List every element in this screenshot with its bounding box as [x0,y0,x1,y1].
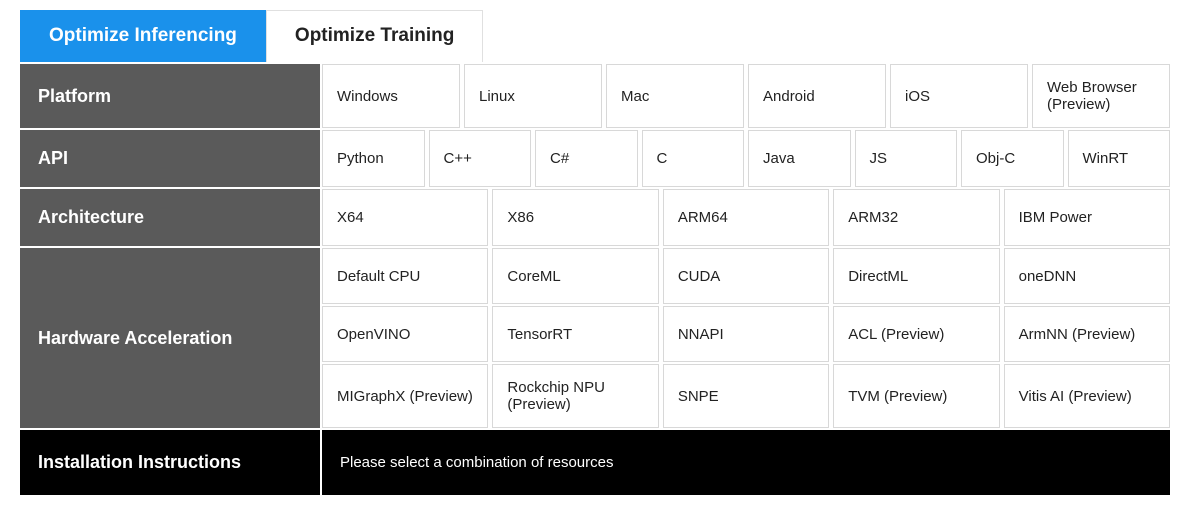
option-hw-snpe[interactable]: SNPE [663,364,829,428]
option-platform-windows[interactable]: Windows [322,64,460,128]
row-platform: Platform Windows Linux Mac Android iOS W… [20,64,1170,128]
option-arch-x64[interactable]: X64 [322,189,488,246]
option-hw-coreml[interactable]: CoreML [492,248,658,304]
row-hardware-acceleration: Hardware Acceleration Default CPU CoreML… [20,248,1170,428]
row-content-platform: Windows Linux Mac Android iOS Web Browse… [322,64,1170,128]
row-content-api: Python C++ C# C Java JS Obj-C WinRT [322,130,1170,187]
option-platform-linux[interactable]: Linux [464,64,602,128]
row-label-platform: Platform [20,64,320,128]
row-label-installation: Installation Instructions [20,430,320,495]
option-hw-openvino[interactable]: OpenVINO [322,306,488,362]
tab-optimize-inferencing[interactable]: Optimize Inferencing [20,10,266,62]
option-platform-mac[interactable]: Mac [606,64,744,128]
option-hw-onednn[interactable]: oneDNN [1004,248,1170,304]
row-installation: Installation Instructions Please select … [20,430,1170,495]
row-content-hardware-acceleration: Default CPU CoreML CUDA DirectML oneDNN … [322,248,1170,428]
option-hw-tvm[interactable]: TVM (Preview) [833,364,999,428]
row-label-hardware-acceleration: Hardware Acceleration [20,248,320,428]
option-hw-acl[interactable]: ACL (Preview) [833,306,999,362]
row-architecture: Architecture X64 X86 ARM64 ARM32 IBM Pow… [20,189,1170,246]
option-platform-web-browser[interactable]: Web Browser (Preview) [1032,64,1170,128]
option-hw-default-cpu[interactable]: Default CPU [322,248,488,304]
option-hw-migraphx[interactable]: MIGraphX (Preview) [322,364,488,428]
option-hw-rockchip-npu[interactable]: Rockchip NPU (Preview) [492,364,658,428]
option-api-csharp[interactable]: C# [535,130,638,187]
option-hw-vitis-ai[interactable]: Vitis AI (Preview) [1004,364,1170,428]
option-api-winrt[interactable]: WinRT [1068,130,1171,187]
option-hw-nnapi[interactable]: NNAPI [663,306,829,362]
option-api-c[interactable]: C [642,130,745,187]
option-hw-tensorrt[interactable]: TensorRT [492,306,658,362]
option-platform-ios[interactable]: iOS [890,64,1028,128]
row-content-architecture: X64 X86 ARM64 ARM32 IBM Power [322,189,1170,246]
option-api-java[interactable]: Java [748,130,851,187]
installation-message: Please select a combination of resources [322,430,1170,495]
option-hw-directml[interactable]: DirectML [833,248,999,304]
option-api-cpp[interactable]: C++ [429,130,532,187]
option-api-js[interactable]: JS [855,130,958,187]
row-api: API Python C++ C# C Java JS Obj-C WinRT [20,130,1170,187]
option-arch-arm64[interactable]: ARM64 [663,189,829,246]
resource-selector: Optimize Inferencing Optimize Training P… [0,0,1190,515]
option-arch-ibm-power[interactable]: IBM Power [1004,189,1170,246]
option-hw-armnn[interactable]: ArmNN (Preview) [1004,306,1170,362]
option-arch-arm32[interactable]: ARM32 [833,189,999,246]
option-api-python[interactable]: Python [322,130,425,187]
row-label-api: API [20,130,320,187]
option-arch-x86[interactable]: X86 [492,189,658,246]
option-platform-android[interactable]: Android [748,64,886,128]
option-api-objc[interactable]: Obj-C [961,130,1064,187]
row-label-architecture: Architecture [20,189,320,246]
tabs-bar: Optimize Inferencing Optimize Training [20,10,1170,62]
tab-optimize-training[interactable]: Optimize Training [266,10,483,62]
option-hw-cuda[interactable]: CUDA [663,248,829,304]
